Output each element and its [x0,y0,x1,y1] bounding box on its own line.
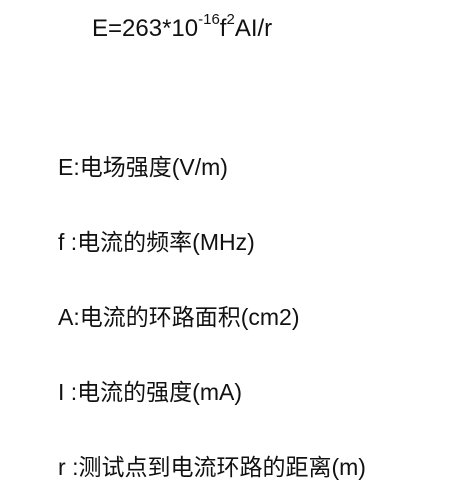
definition-loop-area: A:电流的环路面积(cm2) [58,302,300,332]
formula: E=263*10-16f2AI/r [92,11,273,44]
definition-text: 电流的环路面积(cm2) [79,304,300,330]
definition-distance: r :测试点到电流环路的距离(m) [58,452,366,482]
definition-text: 电场强度(V/m) [79,154,228,180]
definition-symbol: I [58,379,71,405]
definition-text: 电流的频率(MHz) [77,229,255,255]
definition-current-intensity: I :电流的强度(mA) [58,377,242,407]
definition-text: 电流的强度(mA) [77,379,242,405]
definition-frequency: f :电流的频率(MHz) [58,227,255,257]
formula-exponent: -16 [198,11,220,28]
formula-base: E=263*10 [92,15,199,42]
formula-rest: AI/r [234,15,273,42]
definition-electric-field: E:电场强度(V/m) [58,152,228,182]
definition-symbol: r [58,454,73,480]
definition-text: 测试点到电流环路的距离(m) [78,454,366,480]
definition-symbol: E [58,154,74,180]
definition-symbol: f [58,229,71,255]
formula-freq-exponent: 2 [226,11,235,28]
definition-symbol: A [58,304,74,330]
